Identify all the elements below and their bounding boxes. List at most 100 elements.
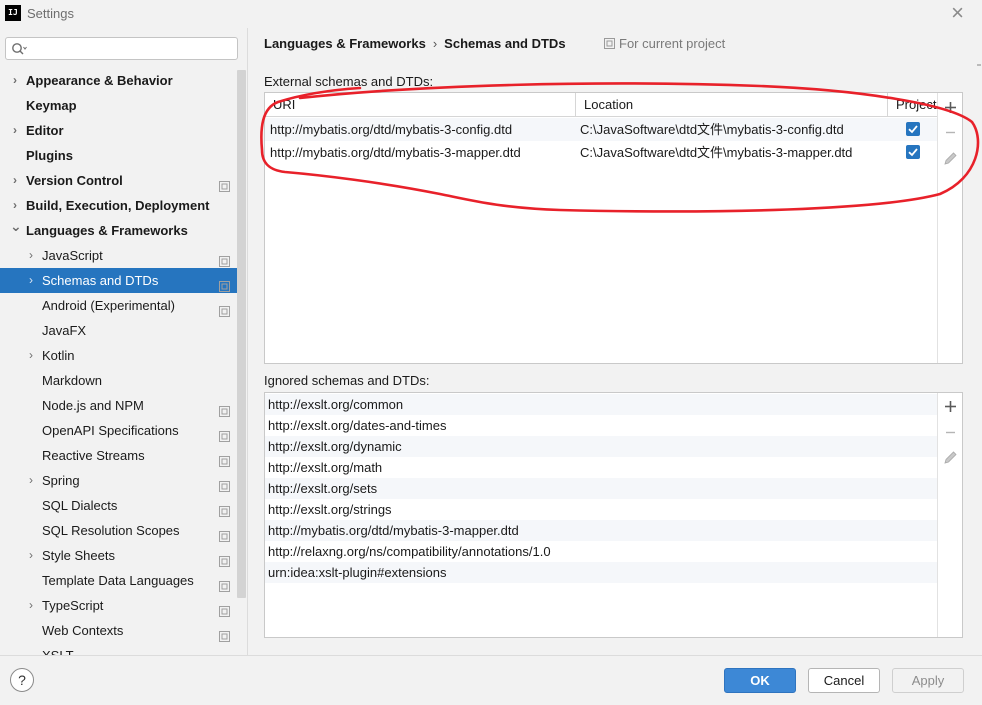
external-table-header: URI Location Project — [265, 93, 937, 117]
ignored-toolbar — [937, 393, 962, 637]
sidebar-item-label: Version Control — [26, 173, 123, 188]
chevron-right-icon[interactable]: › — [10, 68, 20, 93]
project-scope-icon — [219, 525, 230, 542]
chevron-right-icon[interactable]: › — [26, 593, 36, 618]
sidebar-item-label: OpenAPI Specifications — [42, 423, 179, 438]
chevron-right-icon[interactable]: › — [26, 243, 36, 268]
sidebar-item[interactable]: SQL Dialects — [0, 493, 246, 518]
help-button[interactable]: ? — [10, 668, 34, 692]
chevron-right-icon[interactable]: › — [26, 468, 36, 493]
list-item[interactable]: http://exslt.org/strings — [265, 499, 937, 520]
sidebar-scrollbar[interactable] — [237, 70, 246, 598]
remove-icon[interactable] — [942, 424, 959, 441]
list-item[interactable]: http://mybatis.org/dtd/mybatis-3-mapper.… — [265, 520, 937, 541]
sidebar-item[interactable]: › Kotlin — [0, 343, 246, 368]
list-item[interactable]: http://relaxng.org/ns/compatibility/anno… — [265, 541, 937, 562]
add-icon[interactable] — [942, 398, 959, 415]
ignored-schemas-label: Ignored schemas and DTDs: — [264, 373, 430, 388]
project-scope-icon — [219, 250, 230, 267]
sidebar-item[interactable]: › JavaScript — [0, 243, 246, 268]
list-item[interactable]: http://exslt.org/dates-and-times — [265, 415, 937, 436]
sidebar-item[interactable]: Node.js and NPM — [0, 393, 246, 418]
list-item[interactable]: http://exslt.org/dynamic — [265, 436, 937, 457]
sidebar-item[interactable]: SQL Resolution Scopes — [0, 518, 246, 543]
sidebar-item[interactable]: Template Data Languages — [0, 568, 246, 593]
breadcrumb-parent[interactable]: Languages & Frameworks — [264, 36, 426, 51]
sidebar-item-label: Build, Execution, Deployment — [26, 198, 210, 213]
sidebar-item-label: Markdown — [42, 373, 102, 388]
chevron-right-icon[interactable]: › — [26, 268, 36, 293]
sidebar-item[interactable]: XSLT — [0, 643, 246, 655]
cancel-button[interactable]: Cancel — [808, 668, 880, 693]
sidebar-item[interactable]: › Spring — [0, 468, 246, 493]
project-scope-icon — [604, 38, 615, 49]
sidebar-item-label: Keymap — [26, 98, 77, 113]
add-icon[interactable] — [942, 99, 959, 116]
sidebar-item[interactable]: JavaFX — [0, 318, 246, 343]
column-header-project[interactable]: Project — [887, 93, 937, 117]
intellij-logo-icon: IJ — [5, 5, 21, 21]
apply-button[interactable]: Apply — [892, 668, 964, 693]
table-row[interactable]: http://mybatis.org/dtd/mybatis-3-mapper.… — [265, 141, 937, 164]
project-scope-icon — [219, 475, 230, 492]
sidebar-item-label: Template Data Languages — [42, 573, 194, 588]
project-checkbox[interactable] — [906, 122, 920, 136]
chevron-right-icon[interactable]: › — [10, 118, 20, 143]
external-schemas-table: URI Location Project http://mybatis.org/… — [264, 92, 963, 364]
edit-icon[interactable] — [942, 150, 959, 167]
chevron-right-icon[interactable]: › — [26, 343, 36, 368]
project-scope-icon — [219, 550, 230, 567]
project-scope-icon — [219, 300, 230, 317]
sidebar-item[interactable]: Android (Experimental) — [0, 293, 246, 318]
sidebar-item[interactable]: Web Contexts — [0, 618, 246, 643]
uri-cell: http://mybatis.org/dtd/mybatis-3-mapper.… — [270, 145, 521, 160]
sidebar-item[interactable]: › Editor — [0, 118, 246, 143]
sidebar-item[interactable]: Keymap — [0, 93, 246, 118]
sidebar-item-label: Android (Experimental) — [42, 298, 175, 313]
breadcrumb-separator: › — [432, 36, 438, 51]
chevron-down-icon[interactable]: ⌄ — [10, 214, 22, 239]
sidebar-item-label: TypeScript — [42, 598, 104, 613]
sidebar-item[interactable]: › Appearance & Behavior — [0, 68, 246, 93]
dialog-footer: ? OK Cancel Apply — [0, 655, 982, 705]
project-scope-icon — [219, 575, 230, 592]
project-scope-icon — [219, 600, 230, 617]
edit-icon[interactable] — [942, 449, 959, 466]
sidebar-item-label: Kotlin — [42, 348, 75, 363]
content-scroll-indicator — [977, 64, 981, 66]
sidebar-item[interactable]: ⌄ Languages & Frameworks — [0, 218, 246, 243]
remove-icon[interactable] — [942, 124, 959, 141]
list-item[interactable]: http://exslt.org/common — [265, 394, 937, 415]
uri-cell: http://mybatis.org/dtd/mybatis-3-config.… — [270, 122, 513, 137]
sidebar-item-label: Node.js and NPM — [42, 398, 144, 413]
list-item[interactable]: http://exslt.org/sets — [265, 478, 937, 499]
chevron-right-icon[interactable]: › — [26, 543, 36, 568]
chevron-right-icon[interactable]: › — [10, 168, 20, 193]
sidebar-item-label: Appearance & Behavior — [26, 73, 173, 88]
sidebar-item[interactable]: › Schemas and DTDs — [0, 268, 246, 293]
ignored-schemas-list: http://exslt.org/common http://exslt.org/… — [264, 392, 963, 638]
project-scope-icon — [219, 275, 230, 292]
breadcrumb-current: Schemas and DTDs — [444, 36, 566, 51]
sidebar-item-label: Spring — [42, 473, 80, 488]
column-header-uri[interactable]: URI — [265, 93, 575, 117]
project-checkbox[interactable] — [906, 145, 920, 159]
search-input[interactable] — [30, 40, 230, 57]
sidebar-item[interactable]: Markdown — [0, 368, 246, 393]
project-scope-icon — [219, 425, 230, 442]
list-item[interactable]: urn:idea:xslt-plugin#extensions — [265, 562, 937, 583]
sidebar-item[interactable]: › Style Sheets — [0, 543, 246, 568]
search-field[interactable] — [5, 37, 238, 60]
sidebar-item[interactable]: › Version Control — [0, 168, 246, 193]
column-header-location[interactable]: Location — [575, 93, 887, 117]
sidebar-item[interactable]: OpenAPI Specifications — [0, 418, 246, 443]
ok-button[interactable]: OK — [724, 668, 796, 693]
sidebar-item[interactable]: Reactive Streams — [0, 443, 246, 468]
table-row[interactable]: http://mybatis.org/dtd/mybatis-3-config.… — [265, 118, 937, 141]
sidebar-item[interactable]: › Build, Execution, Deployment — [0, 193, 246, 218]
list-item[interactable]: http://exslt.org/math — [265, 457, 937, 478]
sidebar-item[interactable]: › TypeScript — [0, 593, 246, 618]
close-icon[interactable]: × — [951, 2, 964, 24]
sidebar-item[interactable]: Plugins — [0, 143, 246, 168]
for-current-project-label: For current project — [619, 36, 726, 51]
